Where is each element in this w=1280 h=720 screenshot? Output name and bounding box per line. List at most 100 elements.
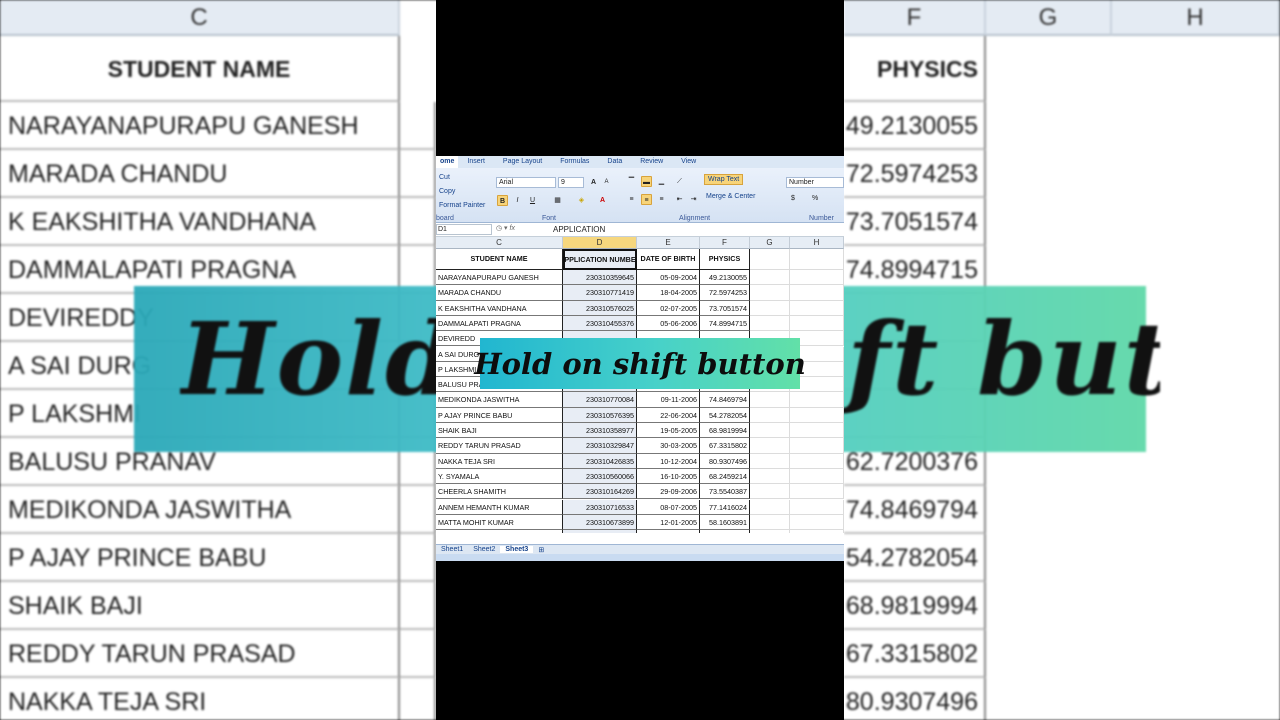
application-number-cell[interactable]: 230310359645 (563, 270, 637, 286)
student-name-cell[interactable]: P AJAY PRINCE BABU (436, 407, 563, 423)
date-of-birth-cell[interactable]: 22-06-2004 (637, 407, 700, 423)
date-of-birth-cell[interactable]: 10-12-2004 (637, 453, 700, 469)
cell-empty[interactable] (790, 315, 844, 332)
date-of-birth-cell[interactable]: 06-10-2005 (637, 530, 700, 533)
student-name-cell[interactable]: MATTA MOHIT KUMAR (436, 514, 563, 531)
sheet-tab-1[interactable]: Sheet1 (436, 546, 468, 553)
align-middle-icon[interactable]: ▬ (641, 176, 652, 187)
student-name-cell[interactable]: NARAYANAPURAPU GANESH (436, 270, 563, 286)
physics-cell[interactable]: 72.5974253 (700, 285, 750, 301)
application-number-cell[interactable]: 230310576025 (563, 300, 637, 316)
cell-empty[interactable] (790, 285, 844, 301)
col-header-f[interactable]: F (700, 237, 750, 249)
orientation-icon[interactable]: ⟋ (674, 176, 685, 187)
cell-empty[interactable] (790, 484, 844, 500)
physics-cell[interactable]: 74.8469794 (700, 392, 750, 408)
underline-button[interactable]: U (527, 195, 538, 206)
tab-view[interactable]: View (672, 156, 705, 168)
borders-icon[interactable]: ▦ (552, 195, 563, 206)
name-box[interactable]: D1 (436, 224, 492, 235)
col-header-h[interactable]: H (790, 237, 844, 249)
sheet-tab-3[interactable]: Sheet3 (500, 546, 534, 553)
physics-cell[interactable]: 67.3315802 (700, 438, 750, 454)
student-name-cell[interactable]: K EAKSHITHA VANDHANA (436, 300, 563, 316)
header-application-number[interactable]: APPLICATION NUMBER (563, 249, 637, 270)
physics-cell[interactable]: 68.2459214 (700, 468, 750, 485)
tab-home[interactable]: ome (436, 156, 459, 168)
date-of-birth-cell[interactable]: 19-05-2005 (637, 423, 700, 439)
student-name-cell[interactable]: NAKKA TEJA SRI (436, 453, 563, 469)
shrink-font-icon[interactable]: A (601, 177, 612, 188)
application-number-cell[interactable]: 230310329847 (563, 438, 637, 454)
insert-sheet-icon[interactable]: ⊞ (533, 546, 549, 554)
tab-formulas[interactable]: Formulas (551, 156, 598, 168)
student-name-cell[interactable]: MEDIKONDA JASWITHA (436, 392, 563, 408)
percent-button[interactable]: % (812, 195, 818, 202)
sheet-tab-2[interactable]: Sheet2 (468, 546, 500, 553)
decrease-indent-icon[interactable]: ⇤ (674, 194, 685, 205)
application-number-cell[interactable]: 230310164269 (563, 484, 637, 500)
date-of-birth-cell[interactable]: 30-03-2005 (637, 438, 700, 454)
cell-empty[interactable] (790, 270, 844, 286)
cell-empty[interactable] (750, 484, 790, 500)
cell-empty[interactable] (750, 270, 790, 286)
grow-font-icon[interactable]: A (588, 177, 599, 188)
fill-color-icon[interactable]: ◈ (576, 195, 587, 206)
cell-empty[interactable] (790, 407, 844, 423)
col-header-d[interactable]: D (563, 237, 637, 249)
col-header-c[interactable]: C (436, 237, 563, 249)
cell-empty[interactable] (790, 249, 844, 270)
physics-cell[interactable]: 73.7051574 (700, 300, 750, 316)
application-number-cell[interactable]: 230310455376 (563, 315, 637, 332)
cell-empty[interactable] (790, 514, 844, 531)
application-number-cell[interactable]: 230310372202 (563, 530, 637, 533)
cell-empty[interactable] (790, 468, 844, 485)
application-number-cell[interactable]: 230310716533 (563, 499, 637, 515)
cell-empty[interactable] (790, 300, 844, 316)
format-painter-button[interactable]: Format Painter (439, 202, 485, 209)
student-name-cell[interactable]: SHAIK BAJI (436, 423, 563, 439)
cell-empty[interactable] (750, 392, 790, 408)
fx-icon[interactable]: ◷ ▾ fx (496, 224, 515, 232)
font-color-icon[interactable]: A (597, 195, 608, 206)
date-of-birth-cell[interactable]: 16-10-2005 (637, 468, 700, 485)
cell-empty[interactable] (750, 438, 790, 454)
col-header-e[interactable]: E (637, 237, 700, 249)
tab-review[interactable]: Review (631, 156, 672, 168)
cell-empty[interactable] (790, 530, 844, 533)
col-header-g[interactable]: G (750, 237, 790, 249)
cut-button[interactable]: Cut (439, 174, 450, 181)
tab-page-layout[interactable]: Page Layout (494, 156, 551, 168)
application-number-cell[interactable]: 230310576395 (563, 407, 637, 423)
student-name-cell[interactable]: DAMMALAPATI PRAGNA (436, 315, 563, 332)
merge-center-button[interactable]: Merge & Center (706, 193, 755, 200)
formula-input[interactable]: APPLICATION (553, 225, 605, 234)
date-of-birth-cell[interactable]: 05-06-2006 (637, 315, 700, 332)
student-name-cell[interactable]: MARADA CHANDU (436, 285, 563, 301)
wrap-text-button[interactable]: Wrap Text (704, 174, 744, 185)
student-name-cell[interactable]: CHEERLA SHAMITH (436, 484, 563, 500)
align-top-icon[interactable]: ▔ (626, 176, 637, 187)
physics-cell[interactable]: 74.8994715 (700, 315, 750, 332)
application-number-cell[interactable]: 230310770084 (563, 392, 637, 408)
date-of-birth-cell[interactable]: 09-11-2006 (637, 392, 700, 408)
application-number-cell[interactable]: 230310673899 (563, 514, 637, 531)
align-center-icon[interactable]: ≡ (641, 194, 652, 205)
cell-empty[interactable] (750, 468, 790, 485)
tab-insert[interactable]: Insert (458, 156, 494, 168)
align-right-icon[interactable]: ≡ (656, 194, 667, 205)
cell-empty[interactable] (750, 423, 790, 439)
application-number-cell[interactable]: 230310560066 (563, 468, 637, 485)
student-name-cell[interactable]: Y. SYAMALA (436, 468, 563, 485)
italic-button[interactable]: I (512, 195, 523, 206)
header-student-name[interactable]: STUDENT NAME (436, 249, 563, 270)
cell-empty[interactable] (750, 453, 790, 469)
align-bottom-icon[interactable]: ▁ (656, 176, 667, 187)
application-number-cell[interactable]: 230310426835 (563, 453, 637, 469)
cell-empty[interactable] (750, 285, 790, 301)
cell-empty[interactable] (750, 499, 790, 515)
font-size-select[interactable]: 9 (558, 177, 584, 188)
physics-cell[interactable]: 77.1416024 (700, 499, 750, 515)
align-left-icon[interactable]: ≡ (626, 194, 637, 205)
student-name-cell[interactable]: ANNEM HEMANTH KUMAR (436, 499, 563, 515)
